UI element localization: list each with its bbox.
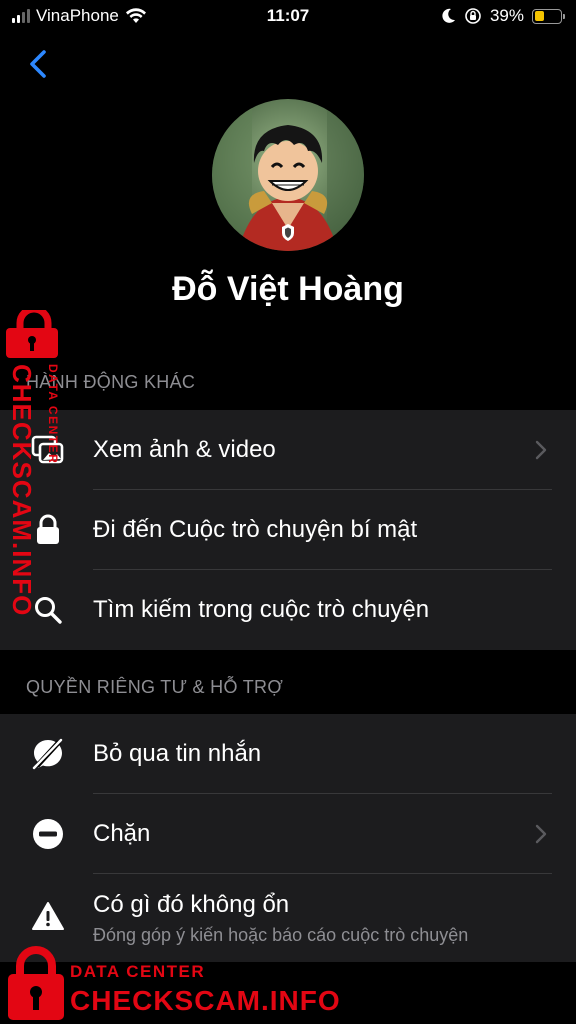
chevron-right-icon	[535, 824, 547, 844]
watermark-lock-icon-side	[6, 310, 58, 358]
status-right: 39%	[442, 6, 565, 26]
search-conversation-label: Tìm kiếm trong cuộc trò chuyện	[93, 596, 430, 623]
rotation-lock-icon	[465, 8, 481, 24]
chevron-right-icon	[535, 440, 547, 460]
block-row[interactable]: Chặn	[0, 794, 576, 874]
status-bar: VinaPhone 11:07 39%	[0, 0, 576, 34]
privacy-card: Bỏ qua tin nhắn Chặn Có gì đó không ổn Đ…	[0, 714, 576, 962]
watermark-site: CHECKSCAM.INFO	[70, 985, 341, 1016]
battery-icon	[532, 8, 565, 24]
secret-conversation-label: Đi đến Cuộc trò chuyện bí mật	[93, 516, 418, 543]
view-media-row[interactable]: Xem ảnh & video	[0, 410, 576, 490]
ignore-messages-row[interactable]: Bỏ qua tin nhắn	[0, 714, 576, 794]
block-text: Chặn	[93, 820, 536, 848]
report-label: Có gì đó không ổn	[93, 890, 290, 918]
ignore-messages-icon	[30, 736, 66, 772]
watermark-lock-icon	[8, 946, 64, 1020]
search-conversation-text: Tìm kiếm trong cuộc trò chuyện	[93, 596, 536, 624]
avatar-image	[212, 99, 364, 251]
back-button[interactable]	[24, 46, 56, 82]
avatar[interactable]	[212, 99, 364, 251]
report-text: Có gì đó không ổn Đóng góp ý kiến hoặc b…	[93, 891, 536, 946]
block-label: Chặn	[93, 820, 151, 847]
moon-icon	[442, 8, 455, 23]
battery-percent: 39%	[489, 6, 524, 25]
more-actions-card: Xem ảnh & video Đi đến Cuộc trò chuyện b…	[0, 410, 576, 650]
view-media-text: Xem ảnh & video	[93, 436, 536, 464]
warning-icon	[30, 898, 66, 934]
profile-name: Đỗ Việt Hoàng	[172, 270, 404, 308]
secret-conversation-row[interactable]: Đi đến Cuộc trò chuyện bí mật	[0, 490, 576, 570]
chevron-left-icon	[30, 50, 46, 78]
search-conversation-row[interactable]: Tìm kiếm trong cuộc trò chuyện	[0, 570, 576, 650]
battery-fill	[534, 11, 545, 21]
watermark-side-site: CHECKSCAM.INFO	[7, 364, 37, 617]
section-header-privacy: QUYỀN RIÊNG TƯ & HỖ TRỢ	[26, 677, 284, 697]
report-row[interactable]: Có gì đó không ổn Đóng góp ý kiến hoặc b…	[0, 874, 576, 962]
block-icon	[30, 816, 66, 852]
report-sublabel: Đóng góp ý kiến hoặc báo cáo cuộc trò ch…	[93, 924, 469, 945]
view-media-label: Xem ảnh & video	[93, 436, 276, 463]
watermark-side-label: DATA CENTER	[46, 364, 60, 465]
ignore-messages-label: Bỏ qua tin nhắn	[93, 740, 262, 767]
ignore-messages-text: Bỏ qua tin nhắn	[93, 740, 536, 768]
watermark-label: DATA CENTER	[70, 962, 206, 981]
secret-conversation-text: Đi đến Cuộc trò chuyện bí mật	[93, 516, 536, 544]
